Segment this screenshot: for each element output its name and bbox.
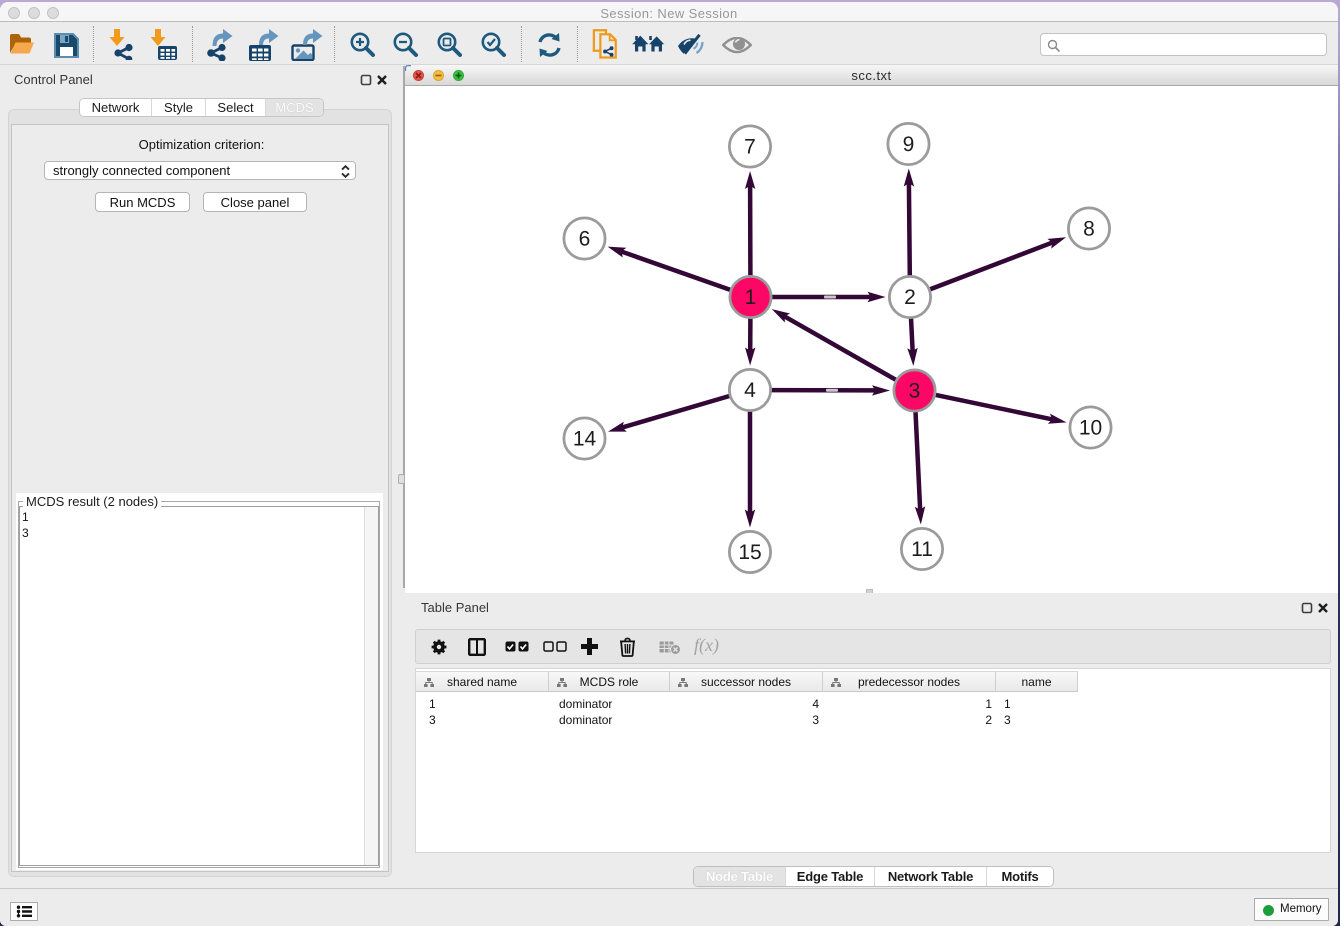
svg-text:3: 3 — [909, 380, 921, 403]
svg-text:15: 15 — [738, 541, 761, 564]
svg-text:7: 7 — [744, 136, 756, 159]
svg-text:11: 11 — [911, 538, 933, 561]
svg-text:14: 14 — [573, 428, 597, 451]
svg-text:4: 4 — [744, 379, 756, 402]
svg-text:2: 2 — [904, 286, 916, 309]
svg-text:8: 8 — [1083, 218, 1095, 241]
svg-text:9: 9 — [903, 133, 915, 156]
svg-text:1: 1 — [745, 286, 757, 309]
svg-text:6: 6 — [579, 228, 591, 251]
svg-text:10: 10 — [1079, 417, 1102, 440]
